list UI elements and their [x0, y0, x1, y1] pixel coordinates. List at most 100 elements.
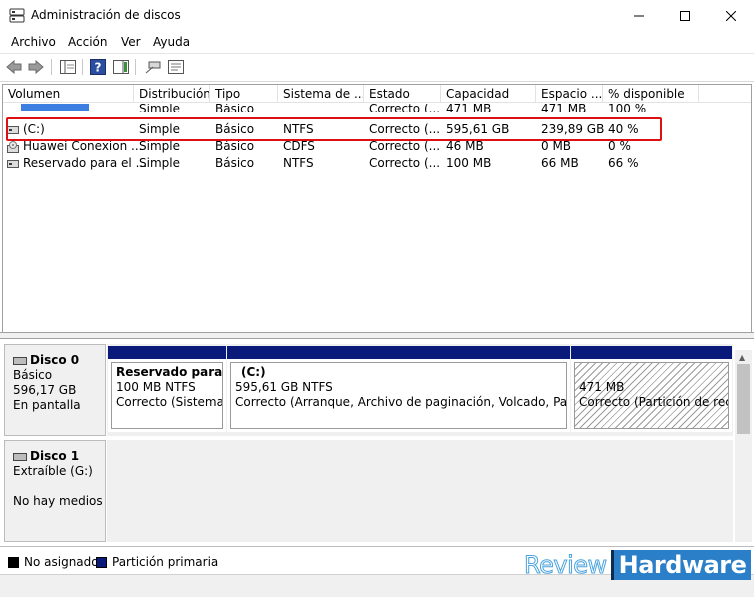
disk-size: 596,17 GB — [13, 383, 77, 397]
legend-swatch-black — [8, 556, 19, 568]
properties-icon — [168, 60, 184, 74]
disk-1-label[interactable]: Disco 1 Extraíble (G:) No hay medios — [4, 440, 106, 542]
column-header-estado[interactable]: Estado — [364, 85, 441, 103]
volume-free-space: 471 MB — [541, 104, 587, 112]
disk-type: Extraíble (G:) — [13, 464, 93, 478]
volume-free-space: 66 MB — [541, 156, 579, 170]
legend-label: No asignado — [24, 555, 99, 569]
volume-row[interactable]: Reservado para el ... Simple Básico NTFS… — [3, 155, 751, 172]
column-header-tipo[interactable]: Tipo — [210, 85, 278, 103]
toolbar-separator — [135, 59, 136, 75]
disk-type: Básico — [13, 368, 53, 382]
volume-drive-icon — [7, 159, 19, 168]
close-icon — [726, 11, 736, 21]
forward-button[interactable] — [27, 58, 45, 76]
column-header-sistema-archivos[interactable]: Sistema de ... — [278, 85, 364, 103]
legend-label: Partición primaria — [112, 555, 219, 569]
disk-0-partitions: Reservado para el s 100 MB NTFS Correcto… — [107, 344, 733, 436]
disk-1-partitions — [107, 440, 733, 542]
partition-c[interactable]: (C:) 595,61 GB NTFS Correcto (Arranque, … — [227, 346, 570, 432]
show-hide-action-pane-button[interactable] — [112, 58, 130, 76]
partition-reserved[interactable]: Reservado para el s 100 MB NTFS Correcto… — [108, 346, 226, 432]
volume-status: Correcto (... — [369, 156, 441, 170]
toolbar-separator — [51, 59, 52, 75]
help-button[interactable]: ? — [89, 58, 107, 76]
properties-button[interactable] — [167, 58, 185, 76]
disk-name: Disco 0 — [30, 353, 80, 367]
redacted-volume-name — [21, 104, 89, 111]
console-tree-icon — [60, 60, 76, 74]
partition-size: 595,61 GB NTFS — [235, 380, 333, 394]
disk-name: Disco 1 — [30, 449, 80, 463]
volume-name: Reservado para el ... — [23, 156, 148, 170]
svg-text:?: ? — [95, 61, 102, 75]
watermark-review: Review — [524, 551, 608, 580]
volume-row[interactable]: Simple Básico Correcto (... 471 MB 471 M… — [3, 104, 751, 112]
partition-name — [579, 365, 724, 380]
legend-primary: Partición primaria — [96, 555, 218, 569]
column-header-espacio-libre[interactable]: Espacio ... — [536, 85, 603, 103]
legend-swatch-blue — [96, 556, 107, 568]
volume-layout: Simple — [139, 104, 180, 112]
pane-splitter[interactable] — [0, 332, 754, 339]
connect-disk-button[interactable] — [144, 58, 162, 76]
menu-ver[interactable]: Ver — [121, 35, 141, 49]
maximize-icon — [680, 11, 690, 21]
column-header-porcentaje-disponible[interactable]: % disponible — [603, 85, 699, 103]
menu-accion[interactable]: Acción — [68, 35, 107, 49]
back-arrow-icon — [6, 60, 22, 74]
volume-type: Básico — [215, 156, 255, 170]
volume-file-system: NTFS — [283, 156, 314, 170]
watermark: Review Hardware — [524, 550, 752, 580]
disk-0-label[interactable]: Disco 0 Básico 596,17 GB En pantalla — [4, 344, 106, 436]
close-button[interactable] — [708, 0, 754, 32]
volume-status: Correcto (... — [369, 104, 441, 112]
menu-bar: Archivo Acción Ver Ayuda — [0, 32, 754, 54]
removable-disk-icon — [13, 452, 27, 461]
minimize-icon — [634, 15, 644, 17]
toolbar-separator — [82, 59, 83, 75]
maximize-button[interactable] — [662, 0, 708, 32]
toolbar: ? — [0, 54, 754, 82]
volume-capacity: 471 MB — [446, 104, 492, 112]
volume-list-header: Volumen Distribución Tipo Sistema de ...… — [3, 85, 751, 103]
title-bar: Administración de discos — [0, 0, 754, 32]
disk-view-scrollbar[interactable]: ▲ — [735, 350, 752, 542]
action-pane-icon — [113, 60, 129, 74]
watermark-hardware: Hardware — [610, 550, 752, 580]
scroll-up-icon[interactable]: ▲ — [739, 353, 745, 362]
help-icon: ? — [90, 59, 106, 75]
scrollbar-thumb[interactable] — [737, 364, 750, 434]
disk-management-icon — [9, 8, 25, 23]
minimize-button[interactable] — [616, 0, 662, 32]
partition-status: Correcto (Arranque, Archivo de paginació… — [235, 395, 567, 409]
cd-drive-icon — [7, 140, 19, 153]
volume-percent-free: 66 % — [608, 156, 639, 170]
disk-connect-icon — [145, 61, 161, 74]
volume-capacity: 100 MB — [446, 156, 492, 170]
column-header-volumen[interactable]: Volumen — [3, 85, 134, 103]
menu-ayuda[interactable]: Ayuda — [153, 35, 190, 49]
partition-name: (C:) — [241, 365, 266, 379]
show-hide-console-tree-button[interactable] — [59, 58, 77, 76]
disk-state: No hay medios — [13, 494, 103, 508]
partition-name: Reservado para el s — [116, 365, 223, 379]
menu-archivo[interactable]: Archivo — [11, 35, 56, 49]
partition-recovery[interactable]: 471 MB Correcto (Partición de recup — [571, 346, 732, 432]
legend-unallocated: No asignado — [8, 555, 99, 569]
partition-status: Correcto (Sistema, A — [116, 395, 223, 409]
partition-size: 471 MB — [579, 380, 625, 394]
hard-disk-icon — [13, 356, 27, 365]
partition-size: 100 MB NTFS — [116, 380, 196, 394]
disk-state: En pantalla — [13, 398, 81, 412]
volume-layout: Simple — [139, 156, 180, 170]
volume-list: Volumen Distribución Tipo Sistema de ...… — [2, 84, 752, 332]
disk-size — [13, 479, 105, 494]
forward-arrow-icon — [28, 60, 44, 74]
highlight-box — [6, 117, 662, 141]
volume-percent-free: 100 % — [608, 104, 647, 112]
disk-graphical-view: Disco 0 Básico 596,17 GB En pantalla Res… — [2, 340, 752, 542]
column-header-distribucion[interactable]: Distribución — [134, 85, 210, 103]
column-header-capacidad[interactable]: Capacidad — [441, 85, 536, 103]
back-button[interactable] — [5, 58, 23, 76]
